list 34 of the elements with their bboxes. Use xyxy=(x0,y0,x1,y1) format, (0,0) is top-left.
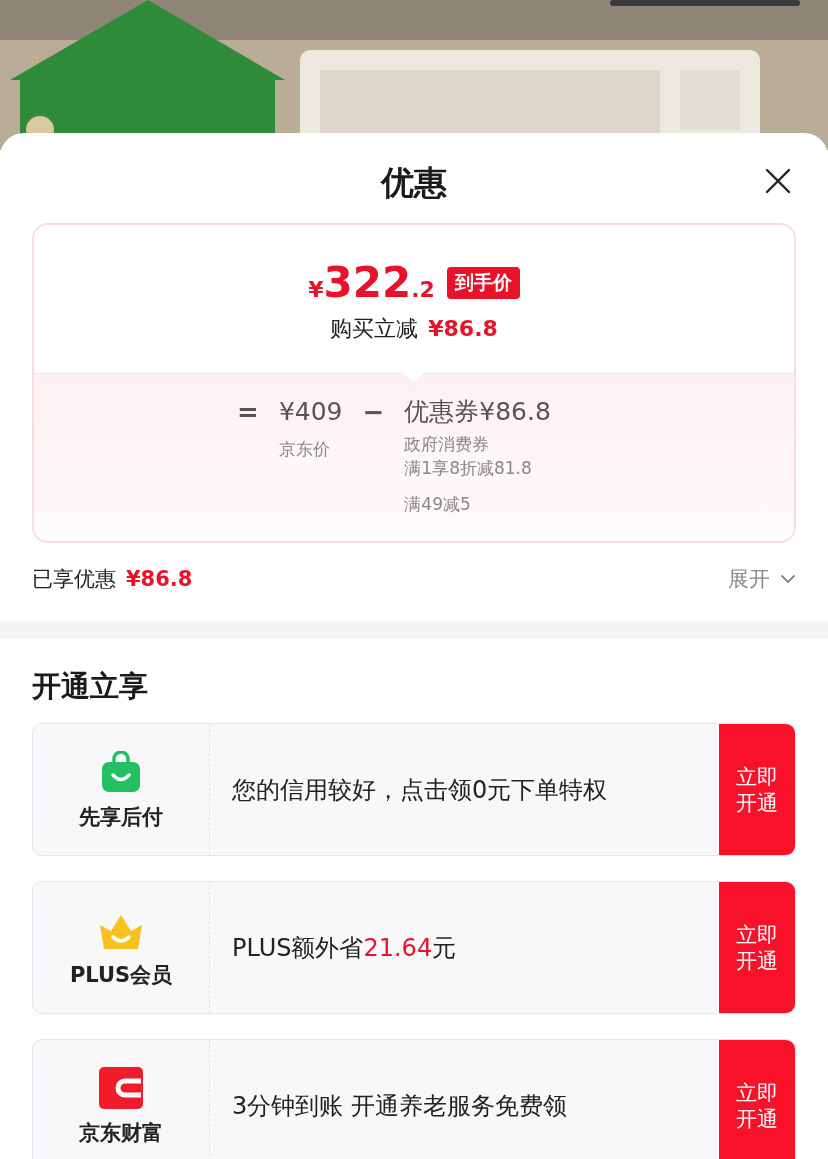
saving-amount: ¥86.8 xyxy=(428,316,498,341)
coupon-label: 优惠券 xyxy=(404,396,480,428)
saving-label: 购买立减 xyxy=(330,315,419,343)
chevron-icon xyxy=(780,574,796,584)
base-price-label: 京东价 xyxy=(278,438,331,461)
coupon-detail: 政府消费券 xyxy=(404,433,491,456)
offer-description: PLUS额外省21.64元 xyxy=(231,932,458,964)
base-price: ¥409 xyxy=(278,396,343,428)
coupon-detail: 满1享8折减81.8 xyxy=(404,457,533,480)
price-tag: 到手价 xyxy=(446,267,520,299)
section-title: 开通立享 xyxy=(32,668,149,705)
expand-button[interactable]: 展开 xyxy=(728,565,796,593)
currency-symbol: ¥ xyxy=(308,277,324,302)
activate-button[interactable]: 立即开通 xyxy=(719,724,795,855)
offer-name: PLUS会员 xyxy=(69,961,173,989)
offer-description: 3分钟到账 开通养老服务免费领 xyxy=(231,1090,568,1122)
equals-sign: = xyxy=(237,396,259,428)
enjoyed-label: 已享优惠 xyxy=(32,566,116,593)
minus-sign: − xyxy=(362,396,385,428)
close-icon xyxy=(765,168,791,194)
enjoyed-amount: ¥86.8 xyxy=(126,567,193,591)
coupon-amount: ¥86.8 xyxy=(479,396,551,428)
coupon-detail: 满49减5 xyxy=(404,493,472,516)
price-decimal: .2 xyxy=(411,277,435,302)
offer-description: 您的信用较好，点击领0元下单特权 xyxy=(231,774,609,806)
final-price: 322 xyxy=(323,261,412,305)
offer-name: 先享后付 xyxy=(79,803,163,831)
close-button[interactable] xyxy=(765,168,791,194)
wallet-icon xyxy=(99,1066,143,1109)
activate-button[interactable]: 立即开通 xyxy=(719,1040,795,1159)
activate-button[interactable]: 立即开通 xyxy=(719,882,795,1013)
offer-name: 京东财富 xyxy=(79,1119,163,1147)
bag-icon xyxy=(101,750,141,793)
sheet-title: 优惠 xyxy=(381,162,447,204)
